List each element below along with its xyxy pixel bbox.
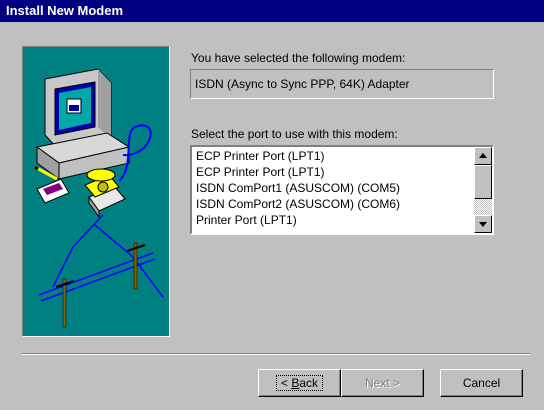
port-label: Select the port to use with this modem: [191,127,398,141]
scroll-thumb[interactable] [474,165,492,199]
port-scrollbar[interactable] [474,147,492,233]
cancel-button[interactable]: Cancel [440,369,523,397]
selected-modem-label: You have selected the following modem: [191,51,406,65]
arrow-up-icon [479,153,487,158]
scroll-track[interactable] [474,199,492,215]
separator [22,353,530,355]
selected-modem-value: ISDN (Async to Sync PPP, 64K) Adapter [195,77,410,91]
port-list-item[interactable]: ECP Printer Port (LPT1) [194,148,470,164]
window-title: Install New Modem [6,3,124,18]
computer-phone-illustration [34,68,164,328]
modem-illustration [22,46,170,337]
port-list-item[interactable]: ISDN ComPort1 (ASUSCOM) (COM5) [194,180,470,196]
port-list-item[interactable]: Printer Port (LPT1) [194,212,470,228]
title-bar[interactable]: Install New Modem [0,0,544,22]
port-listbox[interactable]: ECP Printer Port (LPT1) ECP Printer Port … [190,145,494,235]
back-prefix: < [280,376,292,390]
port-list-item[interactable]: ECP Printer Port (LPT1) [194,164,470,180]
arrow-down-icon [479,222,487,227]
selected-modem-field: ISDN (Async to Sync PPP, 64K) Adapter [190,69,494,99]
port-list-item[interactable]: ISDN ComPort2 (ASUSCOM) (COM6) [194,196,470,212]
next-button[interactable]: Next > [341,369,424,397]
scroll-down-button[interactable] [474,215,492,233]
back-label: ack [299,376,319,390]
back-button[interactable]: < Back [258,369,341,397]
scroll-up-button[interactable] [474,147,492,165]
